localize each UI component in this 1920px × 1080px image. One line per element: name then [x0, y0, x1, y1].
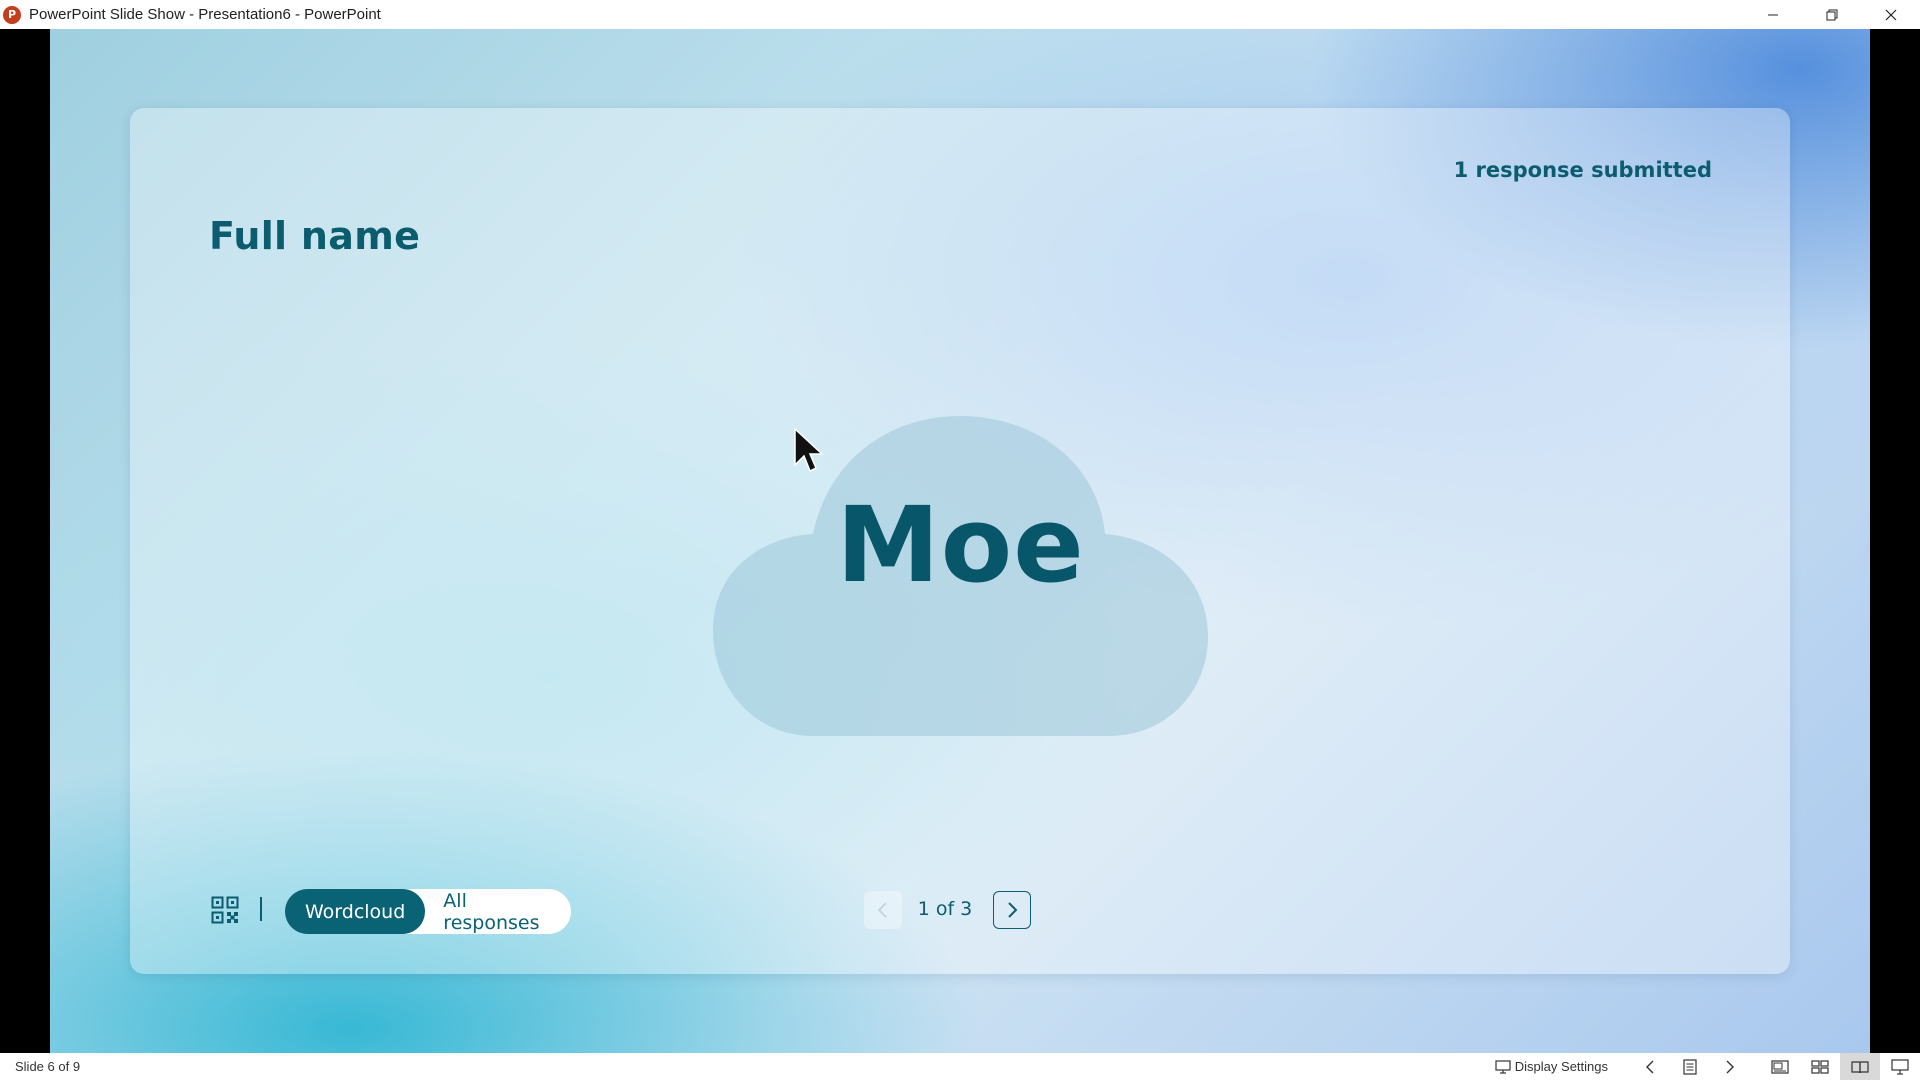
status-bar-controls: Display Settings	[1495, 1053, 1920, 1080]
slide-show-button[interactable]	[1880, 1053, 1920, 1080]
mouse-cursor-icon	[794, 427, 823, 473]
chevron-right-icon	[1726, 1060, 1734, 1073]
window-title: PowerPoint Slide Show - Presentation6 - …	[29, 6, 381, 23]
app-icon-letter: P	[7, 8, 17, 21]
next-slide-button[interactable]	[1710, 1053, 1750, 1080]
powerpoint-icon: P	[3, 5, 21, 24]
next-page-button[interactable]	[993, 891, 1031, 929]
qr-code-button[interactable]	[210, 895, 240, 925]
close-icon	[1885, 9, 1896, 20]
poll-card: Full name 1 response submitted Moe Wordc…	[130, 108, 1790, 974]
reading-view-icon	[1851, 1060, 1869, 1073]
slide-counter: Slide 6 of 9	[15, 1059, 81, 1074]
close-button[interactable]	[1861, 0, 1920, 29]
chevron-right-icon	[1008, 902, 1018, 918]
minimize-icon	[1767, 14, 1778, 15]
wordcloud: Moe	[713, 416, 1208, 736]
slide-sorter-button[interactable]	[1800, 1053, 1840, 1080]
slide-sorter-icon	[1811, 1059, 1829, 1074]
chevron-left-icon	[1646, 1060, 1654, 1073]
previous-page-button[interactable]	[864, 891, 902, 929]
qr-code-icon	[211, 896, 239, 924]
normal-view-button[interactable]	[1760, 1053, 1800, 1080]
chevron-left-icon	[877, 902, 887, 918]
previous-slide-button[interactable]	[1630, 1053, 1670, 1080]
reading-view-button[interactable]	[1840, 1053, 1880, 1080]
view-toggle: Wordcloud All responses	[285, 889, 571, 934]
restore-button[interactable]	[1802, 0, 1861, 29]
poll-question-title: Full name	[209, 214, 421, 258]
all-responses-tab[interactable]: All responses	[425, 889, 571, 934]
wordcloud-word: Moe	[836, 484, 1085, 606]
controls-divider	[260, 897, 262, 921]
slide-menu-button[interactable]	[1670, 1053, 1710, 1080]
page-indicator: 1 of 3	[917, 898, 973, 920]
display-settings-button[interactable]: Display Settings	[1495, 1059, 1608, 1074]
minimize-button[interactable]	[1743, 0, 1802, 29]
title-bar: P PowerPoint Slide Show - Presentation6 …	[0, 0, 1920, 29]
slide-canvas[interactable]: Full name 1 response submitted Moe Wordc…	[50, 29, 1870, 1053]
slide-show-icon	[1891, 1058, 1909, 1075]
status-bar: Slide 6 of 9 Display Settings	[0, 1053, 1920, 1080]
slideshow-stage: Full name 1 response submitted Moe Wordc…	[0, 29, 1920, 1053]
slide-menu-icon	[1683, 1058, 1697, 1075]
normal-view-icon	[1771, 1059, 1789, 1074]
wordcloud-tab[interactable]: Wordcloud	[285, 889, 426, 934]
response-count: 1 response submitted	[1453, 158, 1712, 182]
display-settings-label: Display Settings	[1514, 1059, 1608, 1074]
monitor-icon	[1495, 1059, 1511, 1074]
restore-icon	[1826, 9, 1837, 20]
window-controls	[1743, 0, 1920, 29]
